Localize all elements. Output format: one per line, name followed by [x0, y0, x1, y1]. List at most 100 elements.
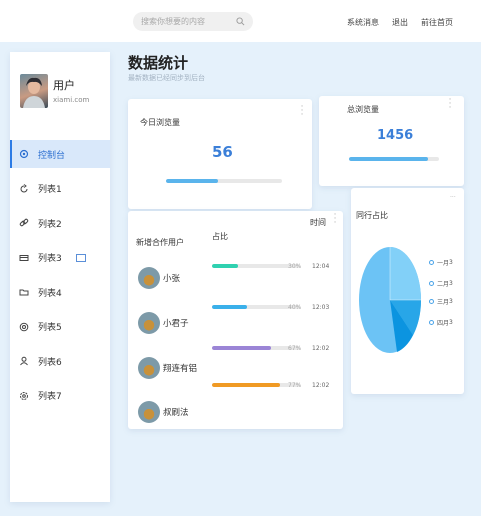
search-icon[interactable] [236, 17, 245, 26]
sidebar-item-console[interactable]: 控制台 [10, 140, 110, 168]
user-name: 用户 [53, 79, 75, 92]
row-time: 12:04 [312, 263, 330, 270]
table-title: 新增合作用户 [136, 238, 184, 247]
sidebar-item-label: 列表7 [38, 392, 62, 402]
search-box[interactable]: 搜索你想要的内容 [133, 12, 253, 31]
sidebar-item-label: 列表1 [38, 185, 62, 195]
row-name: 小君子 [163, 319, 189, 329]
legend-marker-icon [429, 281, 434, 286]
more-icon[interactable]: ··· [450, 195, 456, 201]
row-name: 小张 [163, 274, 181, 284]
sidebar-item-label: 列表2 [38, 219, 62, 230]
sidebar-item-label: 控制台 [38, 150, 66, 161]
peer-share-card: 同行占比 ··· [351, 188, 464, 394]
folder-icon [18, 286, 30, 298]
gear-icon [18, 148, 30, 160]
row-avatar [138, 267, 160, 289]
sidebar-item-list2[interactable]: 列表2 [10, 209, 110, 237]
legend-label: 二月 [437, 281, 450, 288]
search-placeholder: 搜索你想要的内容 [141, 17, 205, 26]
sidebar-item-label: 列表5 [38, 323, 62, 333]
stat-progress-fill [349, 157, 429, 161]
row-ratio-fill [212, 264, 239, 268]
home-link[interactable]: 前往首页 [421, 17, 453, 28]
stat-card-today: 今日浏览量 · · · 56 [128, 99, 312, 209]
legend-label: 三月 [437, 299, 450, 306]
more-icon[interactable]: ··· [300, 103, 304, 120]
row-percent: 40% [288, 304, 302, 311]
pie-title: 同行占比 [356, 211, 388, 220]
legend-value: 3 [449, 280, 453, 287]
settings-icon [18, 390, 30, 402]
col-time-header: 时间 [310, 218, 326, 227]
logout-link[interactable]: 退出 [392, 17, 408, 28]
legend-marker-icon [429, 260, 434, 265]
legend-item: 二月 3 [429, 279, 453, 288]
more-icon[interactable]: ··· [448, 96, 452, 113]
row-time: 12:02 [312, 382, 330, 389]
legend-item: 一月 3 [429, 258, 453, 267]
system-messages-link[interactable]: 系统消息 [347, 17, 379, 28]
row-ratio-fill [212, 383, 280, 387]
legend-item: 三月 3 [429, 297, 453, 306]
legend-value: 3 [449, 298, 453, 305]
top-links: 系统消息 退出 前往首页 [347, 17, 453, 28]
stat-progress-fill [166, 179, 219, 183]
row-ratio-track [212, 264, 300, 268]
sidebar-item-label: 列表6 [38, 357, 62, 368]
row-ratio-track [212, 383, 300, 387]
stat-card-total: 总浏览量 · · · 1456 [319, 96, 464, 186]
legend-label: 一月 [437, 260, 450, 267]
sidebar-item-list3[interactable]: 列表3 [10, 244, 110, 272]
stat-card-title: 今日浏览量 [140, 118, 180, 127]
sidebar-item-list1[interactable]: 列表1 [10, 175, 110, 203]
page-subtitle: 最新数据已经同步到后台 [128, 74, 205, 82]
row-ratio-fill [212, 346, 271, 350]
stat-progress-track [166, 179, 282, 183]
more-icon[interactable]: ··· [333, 211, 337, 228]
stat-card-title: 总浏览量 [347, 105, 379, 114]
target-icon [18, 321, 30, 333]
legend-marker-icon [429, 299, 434, 304]
card-icon [18, 252, 30, 264]
new-badge-icon [76, 253, 86, 262]
sidebar-item-list5[interactable]: 列表5 [10, 313, 110, 341]
row-name: 叔刷法 [163, 408, 189, 418]
row-ratio-track [212, 346, 300, 350]
row-avatar [138, 401, 160, 423]
legend-item: 四月 3 [429, 318, 453, 327]
row-percent: 30% [288, 263, 302, 270]
link-icon [18, 217, 30, 229]
user-icon [18, 355, 30, 367]
row-ratio-fill [212, 305, 248, 309]
stat-progress-track [349, 157, 439, 161]
sidebar-item-list6[interactable]: 列表6 [10, 347, 110, 375]
sidebar: 用户 xiami.com 控制台 列表1 列表2 列表3 列表4 列表5 列表6… [10, 52, 110, 502]
sidebar-item-list7[interactable]: 列表7 [10, 382, 110, 410]
row-percent: 77% [288, 382, 302, 389]
row-time: 12:02 [312, 345, 330, 352]
legend-value: 3 [449, 319, 453, 326]
row-avatar [138, 312, 160, 334]
refresh-icon [18, 183, 30, 195]
row-avatar [138, 357, 160, 379]
row-name: 翔连有铝 [163, 364, 198, 374]
pie-slice-1 [390, 247, 421, 300]
avatar[interactable] [20, 74, 48, 108]
stat-value: 56 [212, 143, 233, 161]
legend-marker-icon [429, 320, 434, 325]
stat-value: 1456 [377, 128, 414, 143]
sidebar-item-label: 列表3 [38, 254, 62, 264]
user-email: xiami.com [53, 96, 90, 104]
sidebar-item-list4[interactable]: 列表4 [10, 278, 110, 306]
sidebar-item-label: 列表4 [38, 288, 62, 299]
row-ratio-track [212, 305, 300, 309]
sidebar-nav: 控制台 列表1 列表2 列表3 列表4 列表5 列表6 列表7 [10, 140, 110, 416]
legend-label: 四月 [437, 320, 450, 327]
new-partners-card: 新增合作用户 占比 时间 · · · 小张 30% 12:04 小君子 40% 12:03 翔连… [128, 211, 343, 429]
pie-chart [359, 247, 421, 353]
row-time: 12:03 [312, 304, 330, 311]
page-title: 数据统计 [128, 54, 189, 72]
col-ratio-header: 占比 [212, 232, 228, 241]
legend-value: 3 [449, 259, 453, 266]
